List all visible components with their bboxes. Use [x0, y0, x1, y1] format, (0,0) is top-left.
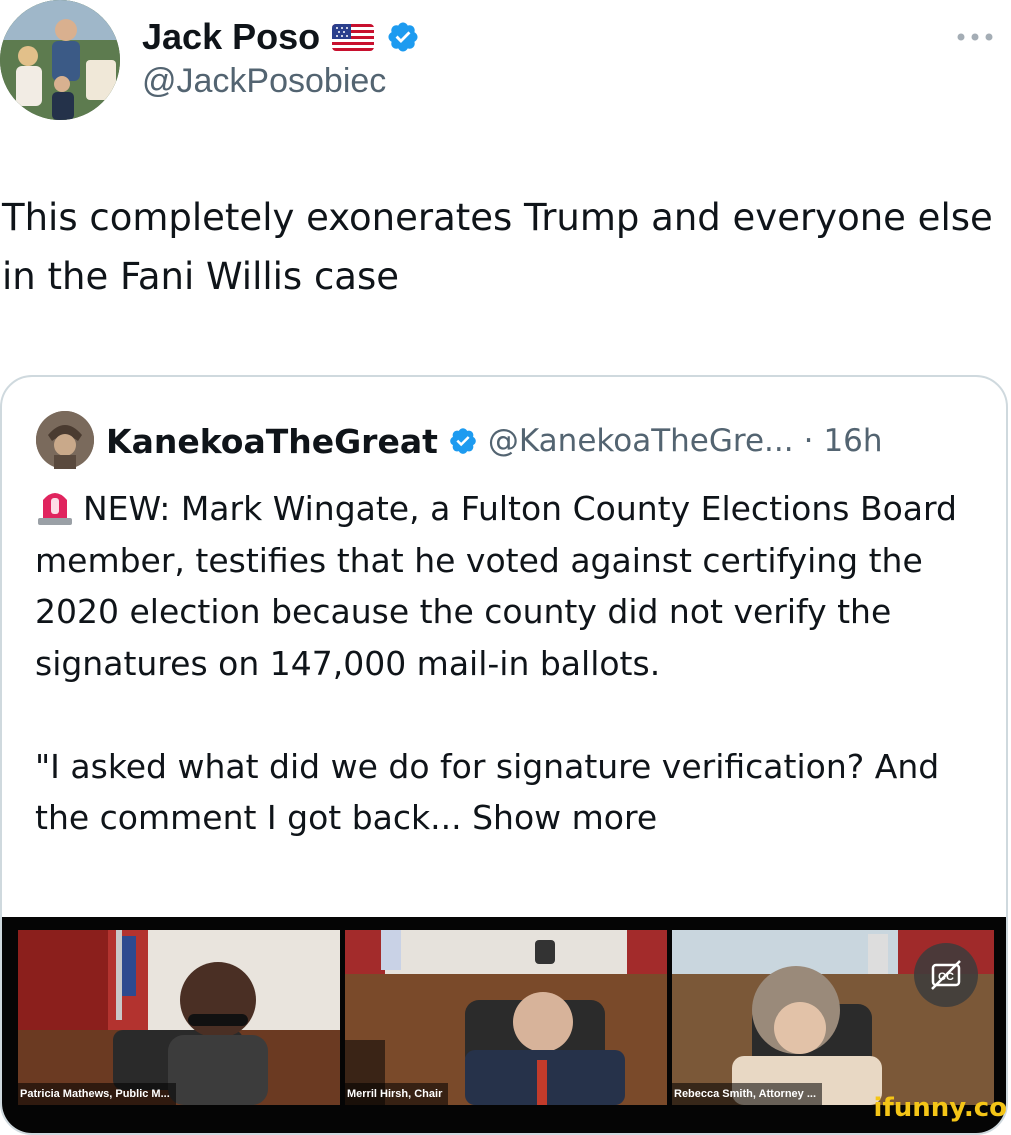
- quoted-author-name[interactable]: KanekoaTheGreat: [106, 422, 438, 461]
- video-frame-2: [345, 930, 667, 1105]
- quoted-paragraph-1: NEW: Mark Wingate, a Fulton County Elect…: [35, 483, 985, 689]
- quoted-tweet-card[interactable]: KanekoaTheGreat @KanekoaTheGre... · 16h …: [0, 375, 1008, 1135]
- closed-captions-icon: CC: [931, 960, 961, 990]
- participant-caption-2: Merril Hirsh, Chair: [345, 1083, 449, 1105]
- us-flag-icon: [332, 23, 375, 51]
- video-media[interactable]: Patricia Mathews, Public M... Merril Hir…: [2, 917, 1006, 1133]
- quoted-paragraph-1-text: NEW: Mark Wingate, a Fulton County Elect…: [35, 489, 957, 683]
- ifunny-watermark: ifunny.co: [873, 1093, 1007, 1123]
- police-siren-icon: [35, 484, 75, 526]
- video-panel-1: Patricia Mathews, Public M...: [18, 930, 340, 1105]
- author-name[interactable]: Jack Poso: [142, 16, 320, 58]
- quoted-tweet-header: KanekoaTheGreat @KanekoaTheGre... · 16h: [106, 417, 883, 465]
- quoted-tweet-time[interactable]: 16h: [823, 423, 882, 459]
- verified-badge-icon[interactable]: [448, 426, 478, 456]
- separator-dot: ·: [803, 423, 814, 459]
- avatar-photo: [36, 411, 94, 469]
- more-options-button[interactable]: [953, 22, 997, 52]
- participant-caption-1: Patricia Mathews, Public M...: [18, 1083, 176, 1105]
- quoted-tweet-text: NEW: Mark Wingate, a Fulton County Elect…: [35, 483, 985, 844]
- quoted-author-avatar[interactable]: [36, 411, 94, 469]
- author-avatar[interactable]: [0, 0, 120, 120]
- more-dots-icon: [957, 33, 993, 41]
- video-panel-2: Merril Hirsh, Chair: [345, 930, 667, 1105]
- quoted-author-handle[interactable]: @KanekoaTheGre...: [488, 423, 794, 459]
- video-frame-1: [18, 930, 340, 1105]
- show-more-link[interactable]: Show more: [472, 798, 657, 837]
- tweet-text: This completely exonerates Trump and eve…: [2, 196, 993, 298]
- closed-captions-button[interactable]: CC: [914, 943, 978, 1007]
- avatar-photo: [0, 0, 120, 120]
- author-handle[interactable]: @JackPosobiec: [142, 62, 386, 101]
- participant-caption-3: Rebecca Smith, Attorney ...: [672, 1083, 823, 1105]
- author-name-row: Jack Poso: [142, 14, 420, 60]
- quoted-paragraph-2: "I asked what did we do for signature ve…: [35, 741, 985, 844]
- verified-badge-icon[interactable]: [386, 20, 420, 54]
